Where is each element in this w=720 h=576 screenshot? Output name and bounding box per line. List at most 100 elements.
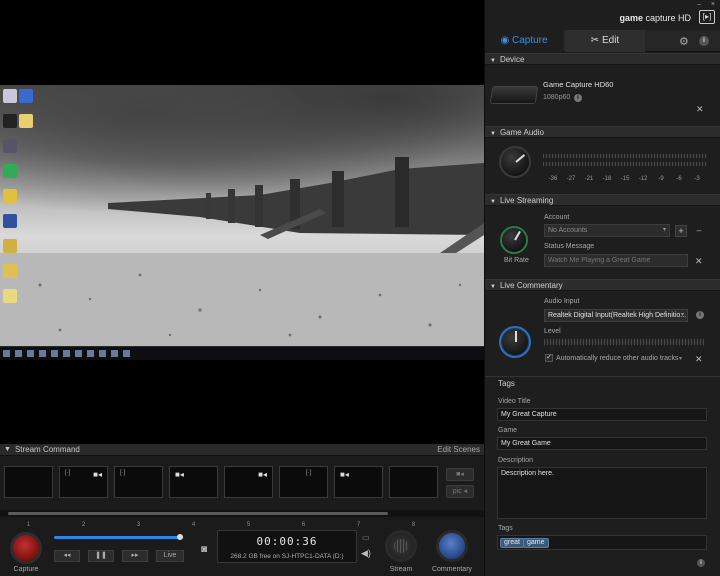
- desktop-icon: [19, 114, 33, 128]
- pause-button[interactable]: ❚❚: [88, 550, 114, 562]
- scene-4[interactable]: ■◂: [169, 466, 218, 498]
- meter-tick-label: -15: [620, 176, 630, 182]
- game-input[interactable]: My Great Game: [497, 437, 707, 450]
- description-label: Description: [498, 457, 534, 464]
- live-commentary-section-header[interactable]: ▼ Live Commentary: [485, 279, 720, 291]
- streaming-settings-tool-icon[interactable]: ✕: [695, 256, 703, 267]
- game-audio-section-header[interactable]: ▼ Game Audio: [485, 126, 720, 138]
- stream-button[interactable]: [385, 530, 417, 562]
- scene-3[interactable]: [·]: [114, 466, 163, 498]
- stream-command-panel: ▼ Stream Command Edit Scenes [·] ■◂ [·] ■…: [0, 444, 484, 576]
- audio-input-value: Realtek Digital Input(Realtek High Defin…: [548, 312, 687, 319]
- collapse-triangle-icon: ▼: [490, 199, 496, 205]
- gear-icon[interactable]: ⚙: [679, 35, 689, 48]
- level-label: Level: [544, 328, 561, 335]
- taskbar-icon: [39, 350, 46, 357]
- game-audio-header-label: Game Audio: [499, 128, 544, 137]
- collapse-triangle-icon[interactable]: ▼: [4, 446, 11, 453]
- stream-command-title: Stream Command: [14, 445, 80, 454]
- captured-taskbar: [0, 346, 484, 360]
- meter-tick-label: -36: [548, 176, 558, 182]
- scrollbar-thumb[interactable]: [8, 512, 388, 515]
- add-account-button[interactable]: +: [675, 225, 687, 237]
- video-title-label: Video Title: [498, 398, 531, 405]
- video-camera-icon: ■◂: [93, 470, 102, 479]
- capture-record-button[interactable]: [10, 532, 42, 564]
- commentary-level-knob[interactable]: [499, 326, 531, 358]
- taskbar-icon: [27, 350, 34, 357]
- video-camera-icon: ■◂: [258, 470, 267, 479]
- info-icon[interactable]: i: [699, 36, 709, 46]
- scene-1[interactable]: [4, 466, 53, 498]
- game-audio-volume-knob[interactable]: [499, 146, 531, 178]
- add-picture-scene-button[interactable]: pic ◂: [446, 485, 474, 498]
- scene-5[interactable]: ■◂: [224, 466, 273, 498]
- tag-chip[interactable]: game: [523, 538, 549, 548]
- auto-reduce-dropdown-icon[interactable]: ▾: [679, 355, 682, 362]
- device-resolution: 1080p60: [543, 94, 571, 101]
- playback-progress-slider[interactable]: [54, 534, 184, 540]
- commentary-settings-tool-icon[interactable]: ✕: [695, 354, 703, 365]
- tags-section-header: Tags: [485, 376, 720, 390]
- scene-8[interactable]: [389, 466, 438, 498]
- commentary-button[interactable]: [436, 530, 468, 562]
- tab-capture[interactable]: ◉ Capture: [485, 30, 563, 52]
- chevron-down-icon: ▾: [680, 312, 684, 318]
- taskbar-icon: [15, 350, 22, 357]
- device-name: Game Capture HD60: [543, 80, 614, 89]
- close-button[interactable]: ×: [711, 1, 715, 8]
- progress-knob[interactable]: [177, 534, 184, 540]
- bit-rate-label: Bit Rate: [504, 257, 529, 264]
- edit-scenes-button[interactable]: Edit Scenes: [437, 445, 480, 454]
- game-audio-level-meter: [543, 154, 707, 168]
- description-textarea[interactable]: Description here.: [497, 467, 707, 519]
- scene-small-icon: [·]: [306, 470, 312, 476]
- fast-forward-button[interactable]: ▸▸: [122, 550, 148, 562]
- device-section-header[interactable]: ▼ Device: [485, 53, 720, 65]
- scene-6[interactable]: [·]: [279, 466, 328, 498]
- desktop-icon: [3, 139, 17, 153]
- auto-reduce-label: Automatically reduce other audio tracks: [556, 355, 679, 362]
- bit-rate-knob[interactable]: [500, 226, 528, 254]
- audio-input-label: Audio Input: [544, 298, 580, 305]
- add-camera-scene-button[interactable]: ■◂: [446, 468, 474, 481]
- video-camera-icon: ■◂: [340, 470, 349, 479]
- settings-panel: – × game capture HD [▸] ◉ Capture ✂ Edit…: [484, 0, 720, 576]
- device-header-label: Device: [499, 55, 525, 64]
- tag-chip[interactable]: great: [500, 538, 524, 548]
- desktop-icon: [3, 239, 17, 253]
- capture-device-image: [489, 86, 539, 104]
- live-button[interactable]: Live: [156, 550, 184, 562]
- screenshot-camera-icon[interactable]: ◙: [201, 544, 207, 555]
- audio-input-info-icon[interactable]: i: [696, 311, 704, 319]
- account-select[interactable]: No Accounts ▾: [544, 224, 670, 237]
- capture-preview: [0, 0, 484, 444]
- meter-tick-label: -6: [676, 176, 682, 182]
- tags-label: Tags: [498, 525, 513, 532]
- scene-scrollbar[interactable]: [0, 510, 484, 517]
- speaker-icon[interactable]: ◀): [361, 548, 371, 559]
- scene-2[interactable]: [·] ■◂: [59, 466, 108, 498]
- audio-input-select[interactable]: Realtek Digital Input(Realtek High Defin…: [544, 309, 688, 322]
- scene-7[interactable]: ■◂: [334, 466, 383, 498]
- video-camera-icon: ■◂: [175, 470, 184, 479]
- device-info-icon[interactable]: i: [574, 94, 582, 102]
- device-settings-tool-icon[interactable]: ✕: [696, 104, 704, 115]
- video-title-input[interactable]: My Great Capture: [497, 408, 707, 421]
- minimize-button[interactable]: –: [697, 1, 701, 8]
- desktop-icons: [3, 89, 43, 314]
- commentary-level-meter: [544, 339, 704, 345]
- app-logo-icon: [▸]: [699, 10, 715, 24]
- live-streaming-section-header[interactable]: ▼ Live Streaming: [485, 194, 720, 206]
- app-title-rest: capture HD: [645, 13, 691, 23]
- tags-info-icon[interactable]: i: [697, 559, 705, 567]
- stream-label: Stream: [389, 566, 413, 573]
- timer-display: 00:00:36 268.2 GB free on SJ-HTPC1-DATA …: [217, 530, 357, 563]
- stream-command-header[interactable]: ▼ Stream Command Edit Scenes: [0, 444, 484, 456]
- remove-account-button[interactable]: –: [693, 225, 705, 237]
- status-message-input[interactable]: [544, 254, 688, 267]
- tab-edit[interactable]: ✂ Edit: [565, 30, 645, 52]
- monitor-icon[interactable]: ▭: [362, 533, 370, 542]
- rewind-button[interactable]: ◂◂: [54, 550, 80, 562]
- auto-reduce-checkbox[interactable]: ✓: [545, 354, 553, 362]
